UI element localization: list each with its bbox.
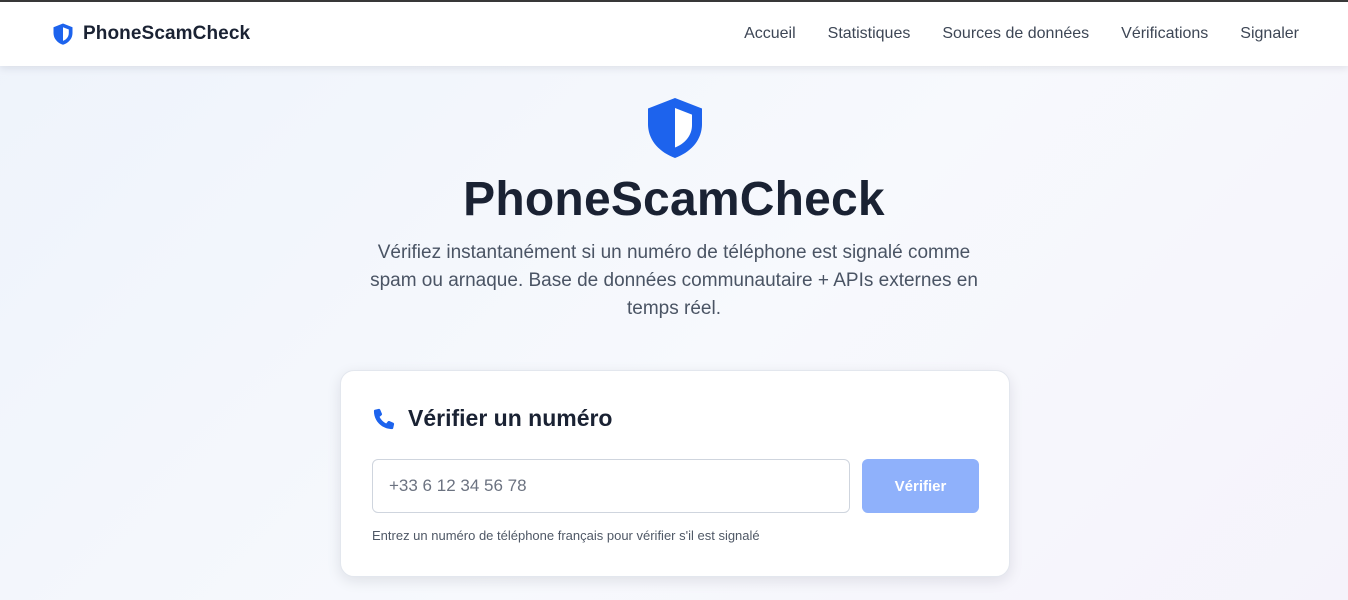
shield-icon [53, 23, 73, 45]
card-title: Vérifier un numéro [408, 405, 613, 431]
verify-button[interactable]: Vérifier [862, 459, 979, 513]
nav-item-sources-de-donnees[interactable]: Sources de données [942, 25, 1089, 43]
page-title: PhoneScamCheck [463, 173, 885, 226]
check-number-card: Vérifier un numéro Vérifier Entrez un nu… [340, 370, 1010, 577]
main-nav: Accueil Statistiques Sources de données … [712, 25, 1299, 43]
navbar: PhoneScamCheck Accueil Statistiques Sour… [0, 2, 1348, 66]
nav-item-statistiques[interactable]: Statistiques [828, 25, 911, 43]
page-subtitle: Vérifiez instantanément si un numéro de … [370, 242, 978, 319]
shield-icon [648, 98, 702, 158]
card-header: Vérifier un numéro [371, 405, 612, 432]
phone-number-input[interactable] [372, 459, 850, 513]
brand-link[interactable]: PhoneScamCheck [51, 22, 250, 46]
brand-name: PhoneScamCheck [83, 23, 251, 44]
input-helper-text: Entrez un numéro de téléphone français p… [372, 528, 760, 543]
phone-icon [373, 408, 395, 429]
nav-item-verifications[interactable]: Vérifications [1121, 25, 1208, 43]
nav-item-signaler[interactable]: Signaler [1240, 25, 1299, 43]
nav-item-accueil[interactable]: Accueil [744, 25, 796, 43]
